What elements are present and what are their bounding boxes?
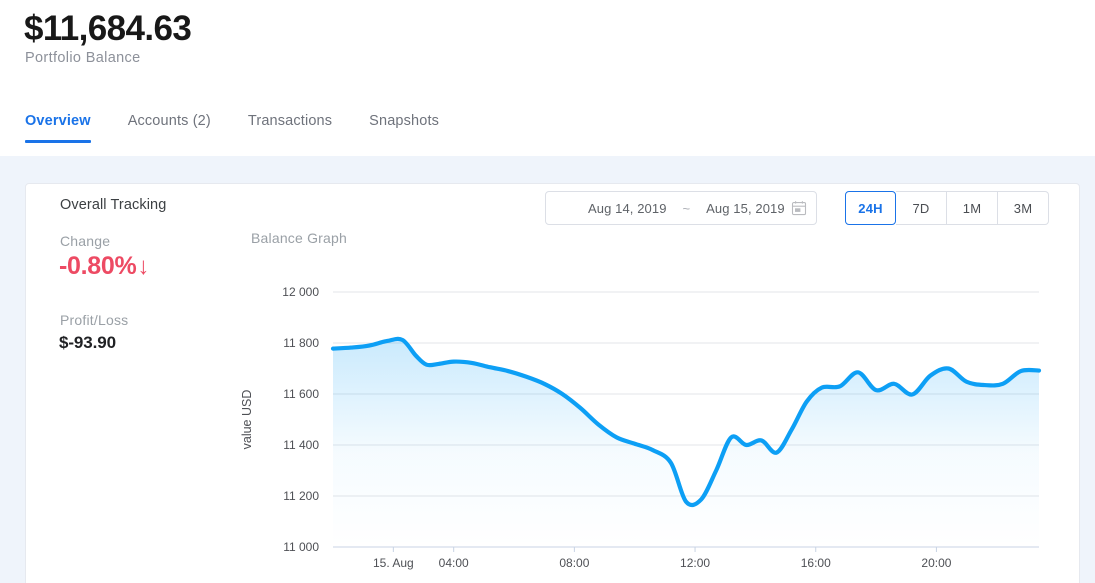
chart-x-axis: 15. Aug 04:00 08:00 12:00 16:00 20:00 <box>333 546 1039 570</box>
portfolio-balance-label: Portfolio Balance <box>25 50 141 66</box>
change-label: Change <box>60 233 111 249</box>
chart-area-fill <box>333 338 1039 547</box>
y-axis-title: value USD <box>240 390 254 450</box>
chart-caption: Balance Graph <box>251 230 347 246</box>
page-header: $11,684.63 Portfolio Balance Overview Ac… <box>0 0 1095 156</box>
range-button-24h[interactable]: 24H <box>845 191 896 225</box>
range-button-7d-label: 7D <box>912 200 930 216</box>
y-tick-label: 11 800 <box>283 336 319 350</box>
date-range-separator: ~ <box>682 200 691 216</box>
date-range-end[interactable]: Aug 15, 2019 <box>706 201 785 216</box>
y-tick-label: 11 400 <box>283 438 319 452</box>
tab-transactions-label: Transactions <box>247 113 333 129</box>
tab-snapshots-label: Snapshots <box>369 113 440 129</box>
tab-accounts-label: Accounts (2) <box>127 113 211 129</box>
chart-y-tick-labels: 11 000 11 200 11 400 11 600 11 800 12 000 <box>282 285 319 554</box>
portfolio-page: $11,684.63 Portfolio Balance Overview Ac… <box>0 0 1095 583</box>
x-tick-label: 15. Aug <box>373 556 414 570</box>
tab-snapshots[interactable]: Snapshots <box>369 112 439 143</box>
date-range-start[interactable]: Aug 14, 2019 <box>588 201 667 216</box>
y-tick-label: 11 000 <box>283 540 319 554</box>
range-button-3m-label: 3M <box>1013 200 1033 216</box>
x-tick-label: 08:00 <box>559 556 589 570</box>
y-tick-label: 12 000 <box>282 285 319 299</box>
x-tick-label: 20:00 <box>921 556 951 570</box>
tab-overview[interactable]: Overview <box>25 112 91 143</box>
tab-accounts[interactable]: Accounts (2) <box>128 112 211 143</box>
x-tick-label: 12:00 <box>680 556 710 570</box>
range-button-1m-label: 1M <box>962 200 982 216</box>
range-button-1m[interactable]: 1M <box>947 191 998 225</box>
overall-tracking-card: Overall Tracking Change -0.80% ↓ Profit/… <box>25 183 1080 583</box>
x-tick-label: 16:00 <box>801 556 831 570</box>
balance-chart: 11 000 11 200 11 400 11 600 11 800 12 000 val… <box>26 257 1079 577</box>
time-range-button-group: 24H 7D 1M 3M <box>845 191 1049 225</box>
tab-overview-label: Overview <box>25 113 91 129</box>
x-tick-label: 04:00 <box>439 556 469 570</box>
range-button-24h-label: 24H <box>858 200 883 216</box>
date-range-picker[interactable]: Aug 14, 2019 ~ Aug 15, 2019 <box>545 191 817 225</box>
portfolio-balance-amount: $11,684.63 <box>24 9 192 48</box>
range-button-3m[interactable]: 3M <box>998 191 1049 225</box>
card-title: Overall Tracking <box>60 197 167 213</box>
y-tick-label: 11 200 <box>283 489 319 503</box>
tab-transactions[interactable]: Transactions <box>248 112 332 143</box>
calendar-icon <box>791 200 807 216</box>
y-tick-label: 11 600 <box>283 387 319 401</box>
balance-chart-svg: 11 000 11 200 11 400 11 600 11 800 12 000 val… <box>240 285 1042 570</box>
range-button-7d[interactable]: 7D <box>896 191 947 225</box>
main-tabs: Overview Accounts (2) Transactions Snaps… <box>0 112 476 156</box>
